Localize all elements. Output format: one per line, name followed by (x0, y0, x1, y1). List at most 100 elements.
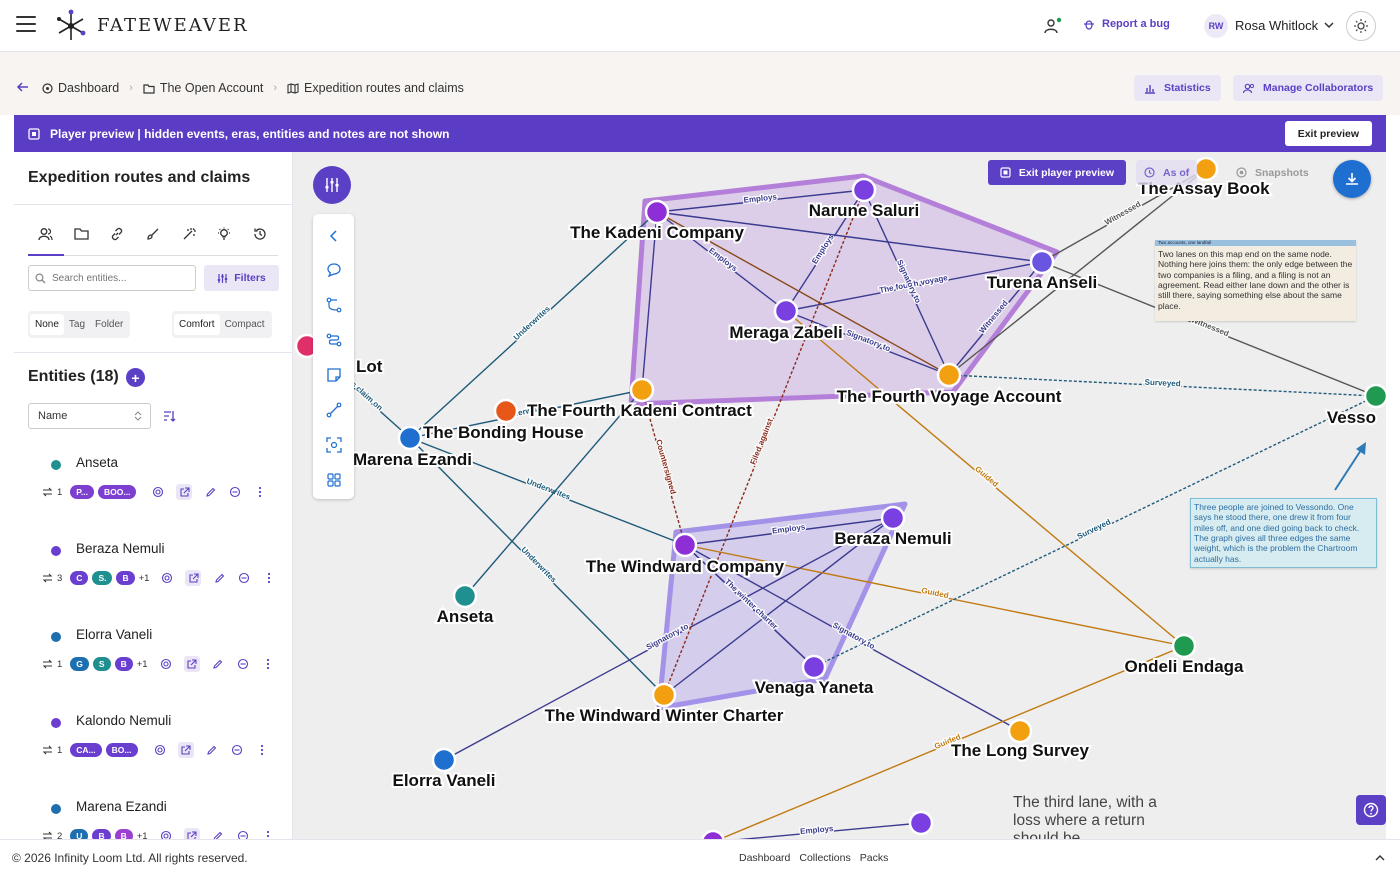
hamburger-menu-icon[interactable] (16, 16, 36, 34)
entity-name[interactable]: Beraza Nemuli (76, 541, 165, 556)
theme-toggle-button[interactable] (1346, 11, 1376, 41)
entity-list-item[interactable]: Marena Ezandi 2 UBB +1 (28, 796, 278, 839)
sticky-note[interactable]: Three people are joined to Vessondo. One… (1190, 498, 1377, 568)
graph-node[interactable] (851, 177, 877, 203)
hide-entity-icon[interactable] (228, 485, 242, 499)
hide-entity-icon[interactable] (230, 743, 244, 757)
comment-icon[interactable] (326, 262, 342, 278)
chevron-down-icon[interactable] (1322, 18, 1336, 32)
focus-target-icon[interactable] (159, 657, 173, 671)
tag-pill[interactable]: B (92, 829, 111, 839)
hide-entity-icon[interactable] (237, 571, 251, 585)
group-none-option[interactable]: None (30, 314, 64, 335)
node-label[interactable]: The Long Survey (949, 739, 1091, 762)
density-comfort-option[interactable]: Comfort (174, 314, 220, 335)
edit-pencil-icon[interactable] (205, 743, 219, 757)
tab-ideas[interactable] (206, 220, 242, 256)
group-tag-option[interactable]: Tag (64, 314, 90, 335)
focus-target-icon[interactable] (159, 829, 173, 839)
manage-collaborators-button[interactable]: Manage Collaborators (1233, 75, 1384, 101)
tab-links[interactable] (99, 220, 135, 256)
canvas-text-note[interactable]: The third lane, with a loss where a retu… (1013, 794, 1183, 839)
focus-target-icon[interactable] (151, 485, 165, 499)
download-button[interactable] (1333, 160, 1371, 198)
graph-node[interactable] (936, 362, 962, 388)
statistics-button[interactable]: Statistics (1134, 75, 1221, 101)
graph-canvas[interactable]: Employs Employs Employs The fourth voyage Si… (293, 152, 1386, 839)
tab-brush[interactable] (135, 220, 171, 256)
graph-node[interactable] (651, 682, 677, 708)
tag-pill[interactable]: U (70, 829, 89, 839)
graph-node[interactable] (801, 654, 827, 680)
sticky-note[interactable]: Two accounts, one landfall Two lanes on … (1155, 240, 1356, 321)
arrow-left-icon[interactable] (16, 80, 30, 94)
route-icon[interactable] (326, 332, 342, 348)
more-options-icon[interactable] (261, 829, 275, 839)
entity-list-item[interactable]: Beraza Nemuli 3 C S. B +1 (28, 538, 278, 618)
open-external-icon[interactable] (183, 828, 200, 839)
entity-name[interactable]: Marena Ezandi (76, 799, 167, 814)
breadcrumb-dashboard[interactable]: Dashboard (42, 81, 119, 95)
chevron-left-icon[interactable] (326, 228, 342, 244)
entity-list-item[interactable]: Anseta 1 P... BOO... (28, 452, 278, 532)
edit-pencil-icon[interactable] (203, 485, 217, 499)
tag-pill[interactable]: S. (92, 571, 113, 585)
user-avatar[interactable]: RW (1204, 14, 1228, 38)
graph-node[interactable] (1363, 383, 1386, 409)
search-input[interactable] (52, 272, 182, 284)
node-label[interactable]: The Windward Company (584, 555, 787, 578)
focus-target-icon[interactable] (153, 743, 167, 757)
chevron-up-icon[interactable] (1374, 852, 1386, 864)
exit-preview-button[interactable]: Exit preview (1284, 121, 1372, 146)
search-entities[interactable] (28, 265, 196, 291)
sort-direction-icon[interactable] (162, 409, 176, 423)
node-label[interactable]: Ondeli Endaga (1122, 655, 1246, 678)
as-of-button[interactable]: As of (1136, 160, 1198, 185)
footer-link-packs[interactable]: Packs (860, 852, 889, 864)
node-label[interactable]: Lot (354, 355, 385, 378)
group-folder-option[interactable]: Folder (90, 314, 128, 335)
graph-node[interactable] (629, 377, 655, 403)
node-label[interactable]: The Fourth Voyage Account (835, 385, 1064, 408)
graph-settings-button[interactable] (313, 166, 351, 204)
help-button[interactable] (1356, 795, 1386, 825)
edit-pencil-icon[interactable] (211, 657, 225, 671)
tag-pill[interactable]: CA... (70, 743, 102, 757)
more-options-icon[interactable] (262, 571, 276, 585)
hide-entity-icon[interactable] (236, 829, 250, 839)
fit-view-icon[interactable] (326, 437, 342, 453)
entity-name[interactable]: Elorra Vaneli (76, 627, 152, 642)
sort-select[interactable]: Name (28, 403, 151, 429)
graph-node[interactable] (397, 425, 423, 451)
graph-node[interactable] (644, 199, 670, 225)
tab-folders[interactable] (64, 220, 100, 256)
graph-node[interactable] (908, 810, 934, 836)
snapshots-button[interactable]: Snapshots (1228, 160, 1317, 185)
node-label[interactable]: Narune Saluri (807, 199, 922, 222)
more-options-icon[interactable] (253, 485, 267, 499)
tag-pill[interactable]: P... (70, 485, 94, 499)
entity-list-item[interactable]: Elorra Vaneli 1 GSB +1 (28, 624, 278, 704)
graph-node[interactable] (773, 298, 799, 324)
entity-name[interactable]: Anseta (76, 455, 118, 470)
tab-history[interactable] (242, 220, 278, 256)
graph-node[interactable] (493, 398, 519, 424)
tag-pill[interactable]: B (114, 829, 133, 839)
grid-icon[interactable] (326, 472, 342, 488)
density-compact-option[interactable]: Compact (220, 314, 270, 335)
user-name[interactable]: Rosa Whitlock (1235, 18, 1318, 33)
open-external-icon[interactable] (176, 484, 193, 500)
graph-node[interactable] (880, 505, 906, 531)
graph-node[interactable] (701, 829, 725, 839)
focus-target-icon[interactable] (160, 571, 174, 585)
graph-node[interactable] (452, 583, 478, 609)
node-label[interactable]: Turena Anseli (985, 271, 1100, 294)
tag-pill[interactable]: G (70, 657, 89, 671)
node-label[interactable]: Anseta (435, 605, 496, 628)
tab-magic[interactable] (171, 220, 207, 256)
node-label[interactable]: Marena Ezandi (351, 448, 474, 471)
node-label[interactable]: Vesso (1325, 406, 1378, 429)
open-external-icon[interactable] (177, 742, 194, 758)
edit-pencil-icon[interactable] (211, 829, 225, 839)
footer-link-collections[interactable]: Collections (799, 852, 850, 864)
